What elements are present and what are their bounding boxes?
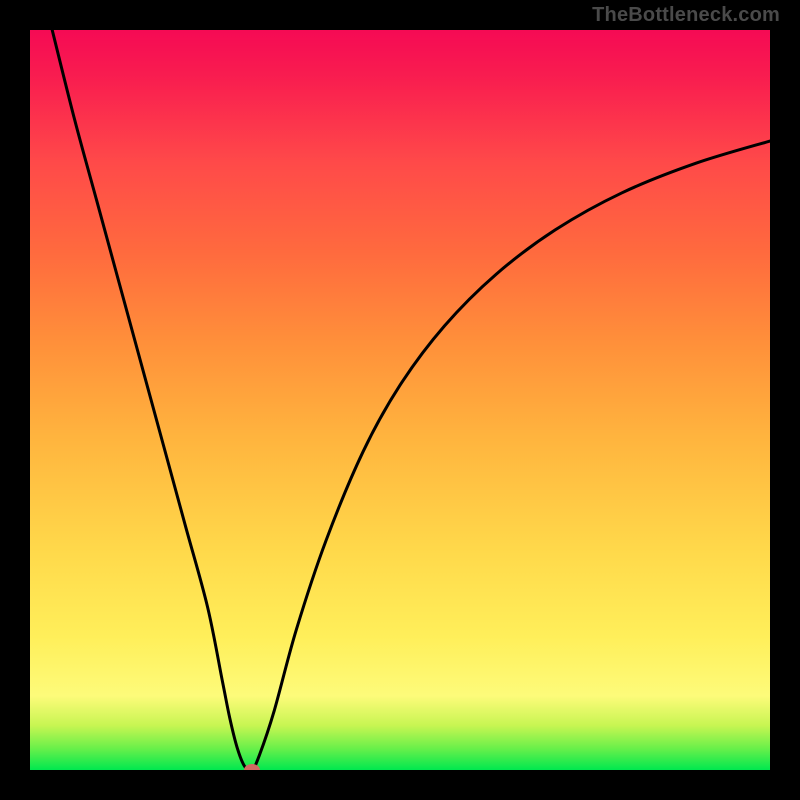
watermark-text: TheBottleneck.com bbox=[592, 4, 780, 27]
minimum-marker bbox=[244, 764, 260, 770]
plot-area bbox=[30, 30, 770, 770]
bottleneck-curve bbox=[30, 30, 770, 770]
chart-frame: TheBottleneck.com bbox=[0, 0, 800, 800]
